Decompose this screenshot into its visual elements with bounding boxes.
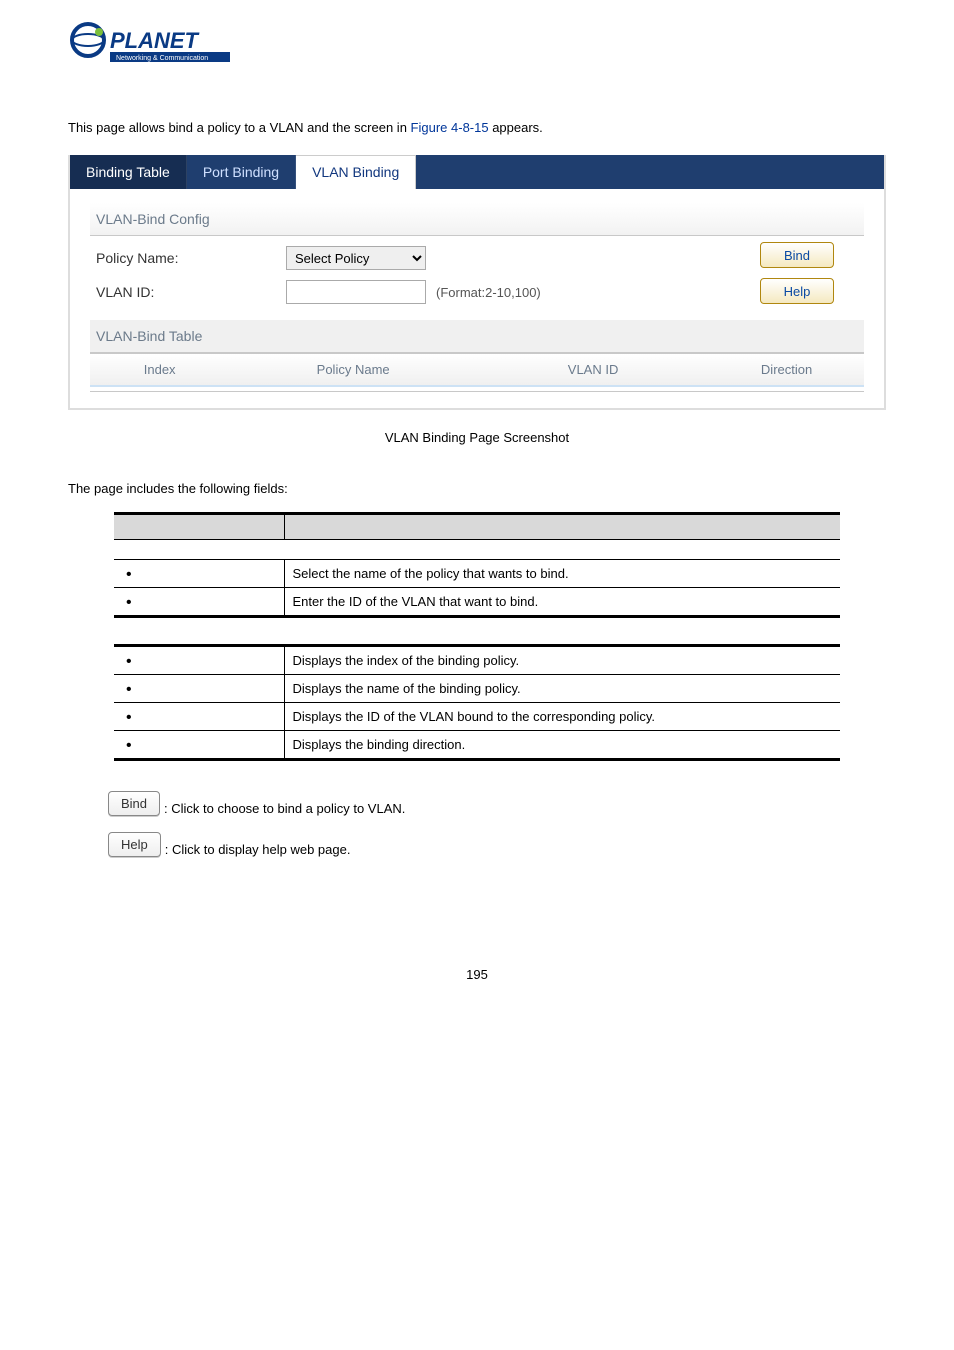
vlan-bind-table-header: VLAN-Bind Table bbox=[90, 320, 864, 353]
desc-cell: Displays the name of the binding policy. bbox=[284, 675, 840, 703]
bind-button[interactable]: Bind bbox=[760, 242, 834, 268]
col-vlan-id: VLAN ID bbox=[477, 354, 709, 385]
intro-text: This page allows bind a policy to a VLAN… bbox=[68, 120, 886, 135]
brand-logo: PLANET Networking & Communication bbox=[68, 20, 886, 70]
col-policy-name: Policy Name bbox=[229, 354, 477, 385]
policy-name-label: Policy Name: bbox=[96, 250, 286, 266]
col-index: Index bbox=[90, 354, 229, 385]
desc-cell: Displays the binding direction. bbox=[284, 731, 840, 760]
vlan-id-label: VLAN ID: bbox=[96, 284, 286, 300]
vlan-bind-config-desc-table: • Select the name of the policy that wan… bbox=[114, 512, 840, 618]
fields-intro: The page includes the following fields: bbox=[68, 481, 886, 496]
tab-binding-table[interactable]: Binding Table bbox=[70, 155, 187, 189]
tab-vlan-binding[interactable]: VLAN Binding bbox=[296, 155, 416, 189]
svg-text:PLANET: PLANET bbox=[110, 28, 200, 53]
tab-port-binding[interactable]: Port Binding bbox=[187, 155, 296, 189]
bind-button-image: Bind bbox=[108, 791, 160, 816]
bind-button-description: Bind : Click to choose to bind a policy … bbox=[108, 791, 886, 816]
screenshot-caption: VLAN Binding Page Screenshot bbox=[68, 430, 886, 445]
vlan-binding-panel: Binding Table Port Binding VLAN Binding … bbox=[68, 155, 886, 410]
desc-cell: Displays the ID of the VLAN bound to the… bbox=[284, 703, 840, 731]
desc-cell: Enter the ID of the VLAN that want to bi… bbox=[284, 588, 840, 617]
desc-cell: Displays the index of the binding policy… bbox=[284, 646, 840, 675]
vlan-bind-table-desc-table: • Displays the index of the binding poli… bbox=[114, 644, 840, 761]
svg-text:Networking & Communication: Networking & Communication bbox=[116, 55, 208, 62]
tabs-bar: Binding Table Port Binding VLAN Binding bbox=[70, 155, 884, 189]
page-number: 195 bbox=[68, 967, 886, 982]
help-button-image: Help bbox=[108, 832, 161, 857]
vlan-id-format-hint: (Format:2-10,100) bbox=[436, 285, 541, 300]
figure-reference: Figure 4-8-15 bbox=[411, 120, 489, 135]
desc-cell: Select the name of the policy that wants… bbox=[284, 560, 840, 588]
help-button[interactable]: Help bbox=[760, 278, 834, 304]
help-button-description: Help : Click to display help web page. bbox=[108, 832, 886, 857]
vlan-id-input[interactable] bbox=[286, 280, 426, 304]
policy-name-select[interactable]: Select Policy bbox=[286, 246, 426, 270]
vlan-bind-table-columns: Index Policy Name VLAN ID Direction bbox=[90, 353, 864, 387]
col-direction: Direction bbox=[709, 354, 864, 385]
vlan-bind-config-header: VLAN-Bind Config bbox=[90, 203, 864, 236]
